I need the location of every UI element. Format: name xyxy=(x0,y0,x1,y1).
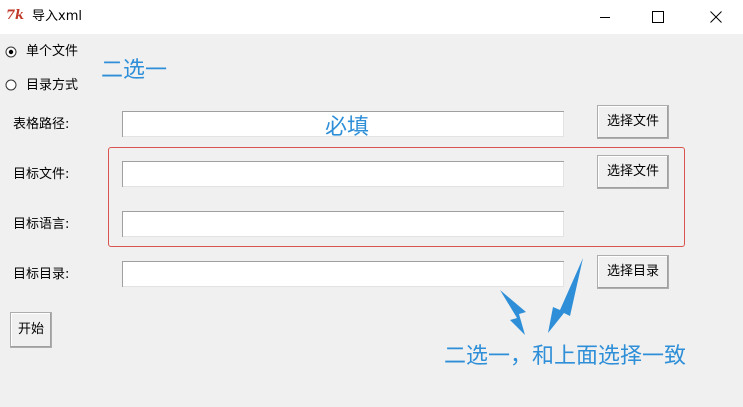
target-note: 二选一，和上面选择一致 xyxy=(444,344,687,369)
arrow-to-target-file-icon xyxy=(500,290,526,335)
arrow-to-target-dir-icon xyxy=(548,258,583,333)
